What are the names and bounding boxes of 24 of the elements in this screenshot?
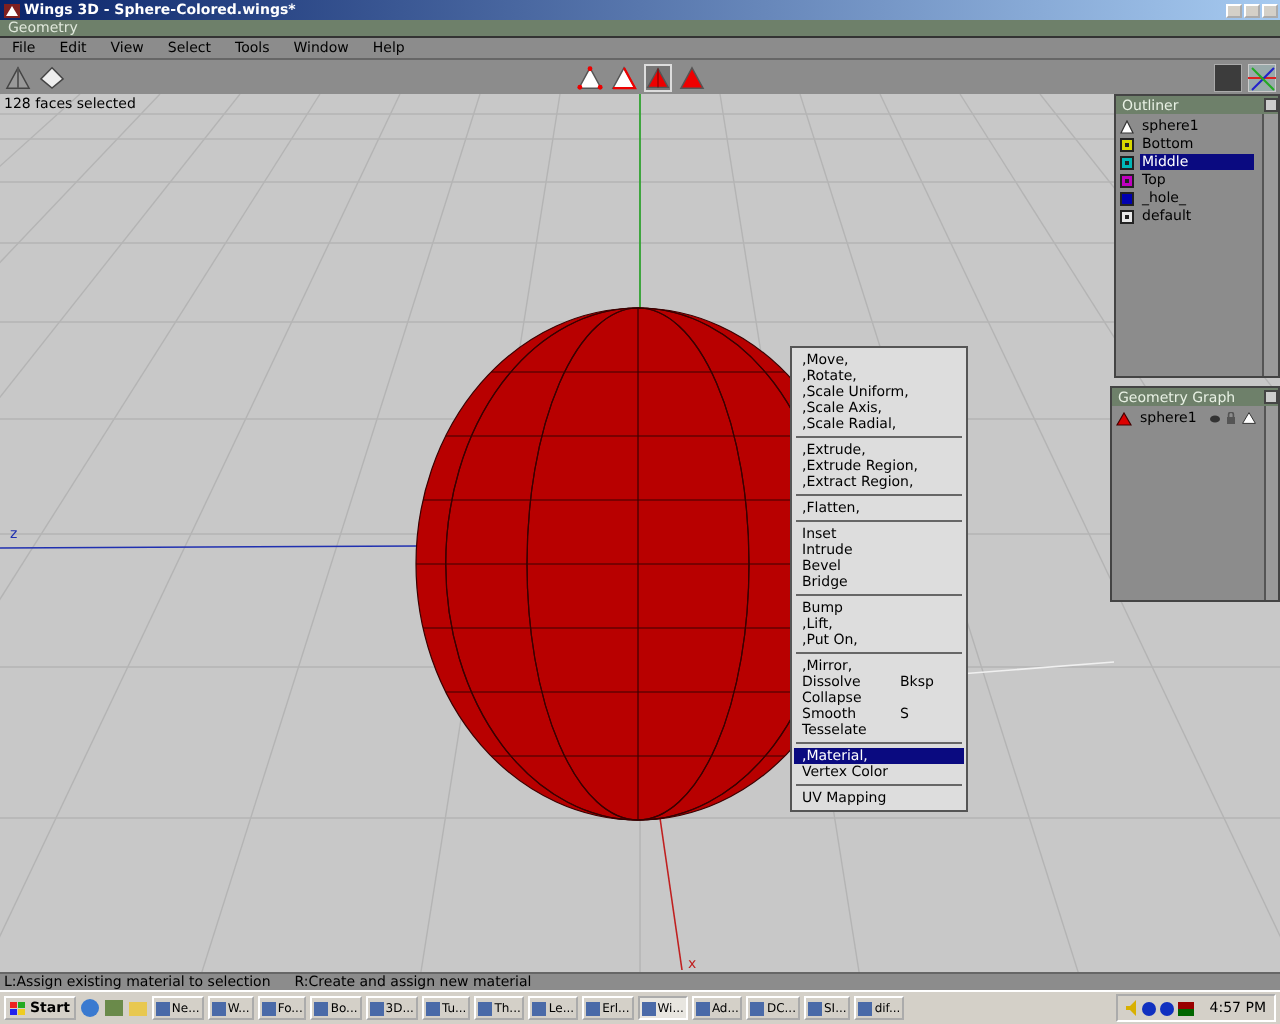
- triangle-icon: [1120, 119, 1134, 133]
- close-button[interactable]: [1264, 98, 1278, 112]
- scrollbar[interactable]: [1264, 406, 1278, 600]
- face-mode-button[interactable]: [643, 63, 671, 91]
- globe-icon[interactable]: [79, 998, 100, 1018]
- triangle-icon: [1116, 411, 1132, 425]
- circle-icon[interactable]: [1159, 1001, 1174, 1015]
- flag-icon[interactable]: [1177, 1001, 1194, 1015]
- flat-shaded-icon[interactable]: [38, 65, 66, 89]
- windows-logo-icon: [10, 1001, 26, 1015]
- smooth-shaded-icon[interactable]: [4, 65, 32, 89]
- triangle-icon[interactable]: [1242, 412, 1257, 424]
- eye-icon[interactable]: [1210, 413, 1221, 423]
- wings-logo-icon: [4, 3, 20, 17]
- scrollbar[interactable]: [1262, 114, 1278, 376]
- edge-mode-button[interactable]: [609, 63, 637, 91]
- maximize-button[interactable]: [1244, 3, 1260, 17]
- minimize-button[interactable]: [1226, 3, 1242, 17]
- circle-icon[interactable]: [1141, 1001, 1156, 1015]
- vertex-mode-button[interactable]: [575, 63, 603, 91]
- lock-icon[interactable]: [1226, 412, 1237, 424]
- desktop-icon[interactable]: [103, 998, 124, 1018]
- axes-icon[interactable]: [1248, 63, 1276, 91]
- close-button[interactable]: [1264, 390, 1278, 404]
